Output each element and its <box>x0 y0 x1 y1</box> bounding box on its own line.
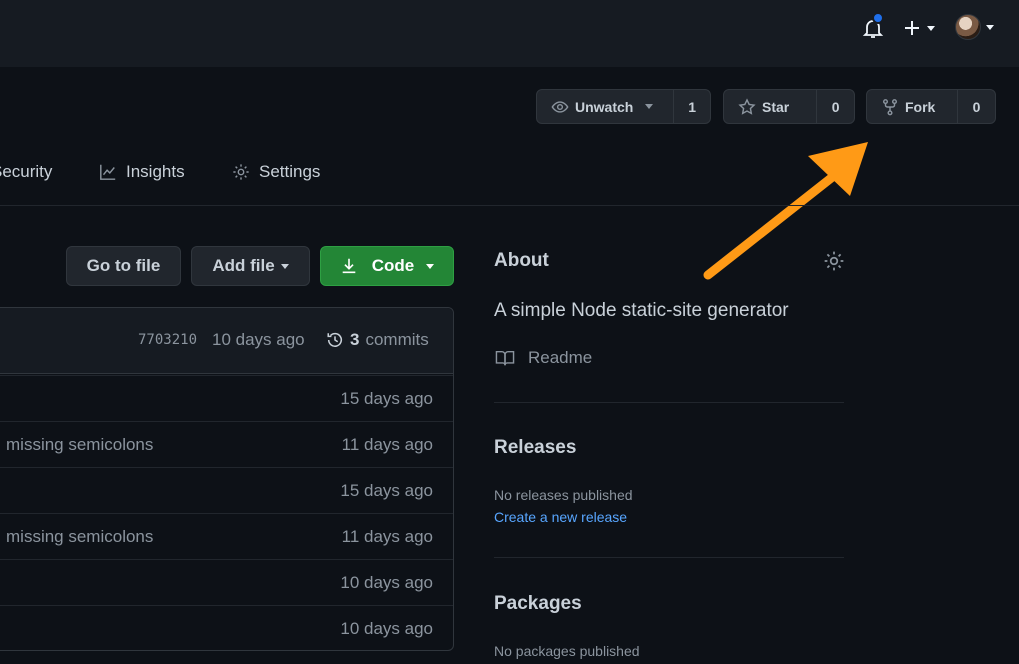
tab-security[interactable]: Security <box>0 162 52 182</box>
fork-button[interactable]: Fork <box>867 90 957 123</box>
go-to-file-label: Go to file <box>86 256 161 275</box>
repo-tabs: Security Insights Settings <box>0 150 1019 206</box>
table-row[interactable]: missing semicolons 11 days ago <box>0 421 453 467</box>
tab-security-label: Security <box>0 162 53 181</box>
history-icon <box>327 332 343 347</box>
user-menu[interactable] <box>955 14 997 42</box>
table-row[interactable]: 15 days ago <box>0 467 453 513</box>
gear-icon[interactable] <box>823 250 845 272</box>
file-list: 7703210 10 days ago 3 commits 15 days ag… <box>0 307 454 651</box>
chevron-down-icon <box>280 263 289 269</box>
row-time: 10 days ago <box>340 619 433 638</box>
code-button[interactable]: Code <box>320 246 454 286</box>
latest-commit-bar: 7703210 10 days ago 3 commits <box>0 308 453 374</box>
chevron-down-icon <box>986 25 994 30</box>
chevron-down-icon <box>927 26 935 31</box>
commits-link[interactable]: 3 commits <box>326 330 429 350</box>
row-time: 15 days ago <box>340 389 433 408</box>
row-commit-message[interactable]: missing semicolons <box>6 527 153 547</box>
star-icon <box>738 97 756 115</box>
avatar <box>955 14 981 40</box>
notification-dot <box>872 12 884 24</box>
commits-label: commits <box>365 330 429 349</box>
readme-link[interactable]: Readme <box>494 348 592 368</box>
divider <box>494 402 844 403</box>
unwatch-button-group: Unwatch 1 <box>536 89 711 124</box>
top-header <box>0 0 1019 67</box>
row-time: 11 days ago <box>341 435 433 454</box>
stars-count[interactable]: 0 <box>816 90 854 123</box>
plus-icon <box>905 21 919 35</box>
tab-settings-label: Settings <box>259 162 321 181</box>
star-button[interactable]: Star <box>724 90 816 123</box>
tab-insights-label: Insights <box>126 162 185 181</box>
commit-sha[interactable]: 7703210 <box>138 332 197 348</box>
code-label: Code <box>371 256 415 275</box>
graph-icon <box>100 164 116 180</box>
unwatch-label: Unwatch <box>575 98 634 115</box>
table-row[interactable]: 10 days ago <box>0 559 453 605</box>
tab-insights[interactable]: Insights <box>99 162 185 182</box>
readme-label: Readme <box>528 348 593 367</box>
star-label: Star <box>762 98 790 115</box>
fork-button-group: Fork 0 <box>866 89 996 124</box>
tab-settings[interactable]: Settings <box>232 162 320 182</box>
row-time: 15 days ago <box>340 481 433 500</box>
chevron-down-icon <box>645 104 654 109</box>
book-icon <box>495 350 515 366</box>
create-new-menu[interactable] <box>902 16 938 40</box>
create-release-link[interactable]: Create a new release <box>494 509 627 525</box>
divider <box>494 557 844 558</box>
chevron-down-icon <box>426 263 435 269</box>
eye-icon <box>551 100 569 113</box>
fork-icon <box>882 98 898 115</box>
about-heading: About <box>494 250 549 271</box>
row-commit-message[interactable]: missing semicolons <box>6 435 153 455</box>
packages-heading[interactable]: Packages <box>494 593 582 615</box>
table-row[interactable]: 10 days ago <box>0 605 453 651</box>
row-time: 10 days ago <box>340 573 433 592</box>
forks-count[interactable]: 0 <box>957 90 995 123</box>
gear-icon <box>233 164 249 180</box>
star-button-group: Star 0 <box>723 89 855 124</box>
releases-heading[interactable]: Releases <box>494 437 576 459</box>
releases-empty-text: No releases published <box>494 487 633 503</box>
download-icon <box>342 258 356 274</box>
watchers-count[interactable]: 1 <box>673 90 710 123</box>
commit-time: 10 days ago <box>212 330 305 349</box>
table-row[interactable]: 15 days ago <box>0 375 453 421</box>
fork-label: Fork <box>905 98 936 115</box>
add-file-label: Add file <box>212 256 275 275</box>
commits-count: 3 <box>350 330 360 349</box>
go-to-file-button[interactable]: Go to file <box>66 246 181 286</box>
add-file-button[interactable]: Add file <box>191 246 310 286</box>
unwatch-button[interactable]: Unwatch <box>537 90 673 123</box>
table-row[interactable]: missing semicolons 11 days ago <box>0 513 453 559</box>
row-time: 11 days ago <box>341 527 433 546</box>
repo-description: A simple Node static-site generator <box>494 300 789 321</box>
packages-empty-text: No packages published <box>494 643 640 659</box>
